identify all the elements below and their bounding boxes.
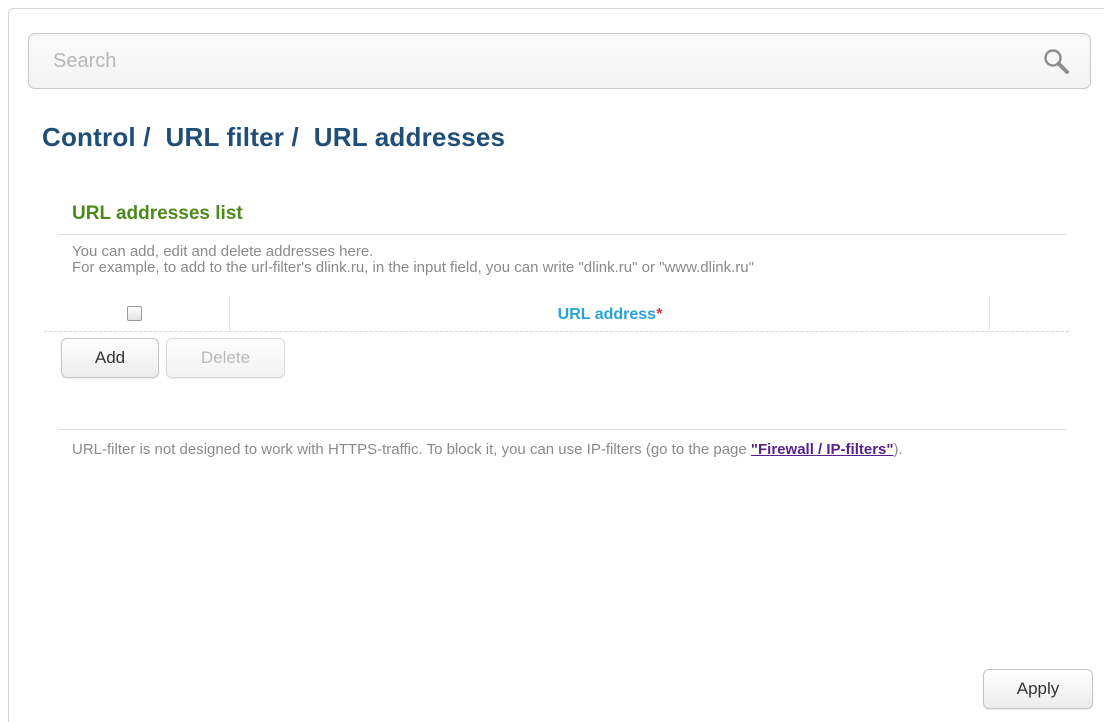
apply-button[interactable]: Apply bbox=[983, 669, 1093, 709]
breadcrumb-url-filter: URL filter / bbox=[165, 122, 299, 152]
breadcrumb-url-addresses: URL addresses bbox=[313, 122, 506, 152]
search-input[interactable] bbox=[29, 34, 1090, 88]
note-text: URL-filter is not designed to work with … bbox=[72, 441, 751, 458]
section-title: URL addresses list bbox=[72, 203, 243, 224]
note-suffix: ). bbox=[893, 441, 903, 458]
description-line-2: For example, to add to the url-filter's … bbox=[72, 259, 754, 276]
firewall-ip-filters-link[interactable]: "Firewall / IP-filters" bbox=[751, 441, 894, 458]
note-divider bbox=[58, 429, 1066, 430]
column-header-label: URL address bbox=[557, 306, 657, 323]
section-divider bbox=[58, 234, 1066, 235]
breadcrumb-control: Control / bbox=[42, 122, 151, 152]
select-all-checkbox[interactable] bbox=[127, 306, 142, 321]
search-box bbox=[28, 33, 1091, 89]
delete-button[interactable]: Delete bbox=[166, 338, 285, 378]
url-table-header: URL address* bbox=[44, 296, 1069, 332]
add-button[interactable]: Add bbox=[61, 338, 159, 378]
column-header-url-address: URL address* bbox=[230, 306, 990, 324]
page-title: Control / URL filter / URL addresses bbox=[42, 122, 505, 153]
section-description: You can add, edit and delete addresses h… bbox=[72, 244, 1062, 276]
column-divider bbox=[989, 296, 990, 332]
description-line-1: You can add, edit and delete addresses h… bbox=[72, 243, 374, 260]
search-icon[interactable] bbox=[1042, 47, 1072, 77]
required-mark: * bbox=[656, 306, 663, 323]
https-note: URL-filter is not designed to work with … bbox=[72, 441, 1062, 459]
